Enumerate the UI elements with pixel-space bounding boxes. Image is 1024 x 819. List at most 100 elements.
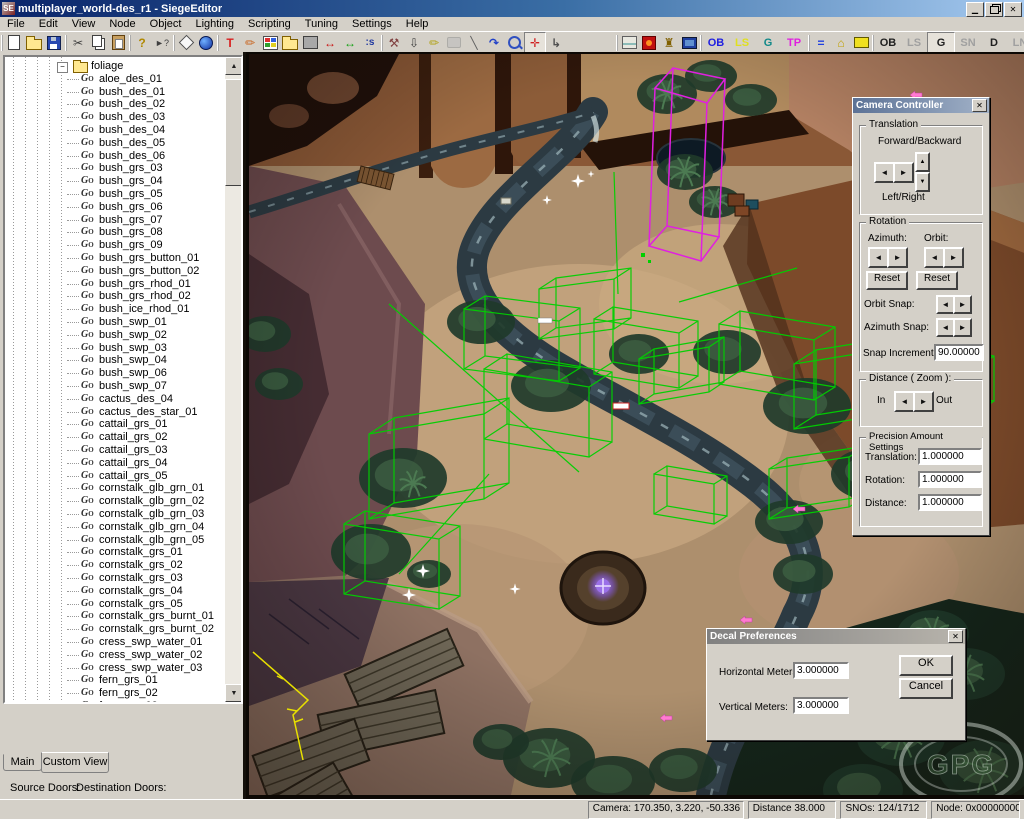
precision-distance-input[interactable] [918, 494, 982, 511]
toggle-ls-button[interactable]: LS [729, 33, 755, 53]
tree-guide-line [49, 57, 50, 702]
tab-custom-view[interactable]: Custom View [41, 752, 109, 773]
help-button[interactable]: ? [132, 33, 152, 53]
close-icon[interactable]: ✕ [972, 99, 987, 112]
left-arrow-button[interactable]: ◄ [874, 162, 895, 183]
move-tool-button[interactable]: ✛ [524, 32, 546, 54]
tree-connector [67, 245, 79, 246]
menu-tuning[interactable]: Tuning [298, 17, 345, 31]
flag-ls-button[interactable]: LS [901, 33, 927, 53]
cut-icon: ✂ [73, 36, 83, 50]
forward-backward-spinner[interactable]: ▲▼ [915, 152, 930, 192]
save-button[interactable] [44, 33, 64, 53]
zoom-out-button[interactable]: ► [913, 391, 934, 412]
node-tool-button[interactable] [176, 33, 196, 53]
azimuth-snap-right-button[interactable]: ► [953, 318, 972, 337]
drop-node-button[interactable]: ⇩ [404, 33, 424, 53]
tuning-tool-button[interactable] [444, 33, 464, 53]
tab-main[interactable]: Main [3, 754, 42, 771]
menu-settings[interactable]: Settings [345, 17, 399, 31]
green-arrows-button[interactable]: ↔ [340, 33, 360, 53]
title-bar[interactable]: SE multiplayer_world-des_r1 - SiegeEdito… [0, 0, 1024, 17]
edit-pencil-button[interactable]: ✏ [424, 33, 444, 53]
text-tool-button[interactable]: T [220, 33, 240, 53]
cancel-button[interactable]: Cancel [899, 678, 953, 699]
monitor-button[interactable] [679, 33, 699, 53]
red-arrows-button[interactable]: ↔ [320, 33, 340, 53]
path-arrow-button[interactable]: ↳ [546, 33, 566, 53]
hammer-button[interactable]: ⚒ [384, 33, 404, 53]
source-doors-label: Source Doors: [10, 782, 80, 794]
gizmo-icon: GO [81, 572, 94, 585]
orbit-reset-button[interactable]: Reset [916, 271, 958, 290]
castle-button[interactable]: ♜ [659, 33, 679, 53]
record-button[interactable] [639, 33, 659, 53]
camera-controller-panel[interactable]: Camera Controller ✕ Translation Forward/… [852, 97, 990, 536]
close-button[interactable]: ✕ [1004, 2, 1022, 17]
new-button[interactable] [4, 33, 24, 53]
yellow-box-button[interactable] [851, 33, 871, 53]
orbit-right-button[interactable]: ► [943, 247, 964, 268]
vertical-meters-input[interactable] [793, 697, 849, 714]
flag-ln-button[interactable]: LN [1007, 33, 1024, 53]
toggle-g-button[interactable]: G [755, 33, 781, 53]
toggle-ob-button[interactable]: OB [703, 33, 729, 53]
restore-button[interactable] [985, 2, 1003, 17]
home-button[interactable]: ⌂ [831, 33, 851, 53]
line-tool-button[interactable]: ╲ [464, 33, 484, 53]
menu-file[interactable]: File [0, 17, 32, 31]
paste-button[interactable] [108, 33, 128, 53]
open-button[interactable] [24, 33, 44, 53]
minimize-button[interactable]: ▁ [966, 2, 984, 17]
menu-node[interactable]: Node [102, 17, 142, 31]
menu-scripting[interactable]: Scripting [241, 17, 298, 31]
nav-orb-button[interactable] [196, 33, 216, 53]
horizontal-meters-input[interactable] [793, 662, 849, 679]
scroll-up-button[interactable]: ▲ [225, 57, 243, 75]
orbit-left-button[interactable]: ◄ [924, 247, 945, 268]
flag-sn-button[interactable]: SN [955, 33, 981, 53]
azimuth-right-button[interactable]: ► [887, 247, 908, 268]
precision-rotation-input[interactable] [918, 471, 982, 488]
collapse-icon[interactable]: − [57, 62, 68, 73]
rotation-label: Rotation [866, 216, 909, 227]
azimuth-left-button[interactable]: ◄ [868, 247, 889, 268]
context-help-button[interactable]: ►? [152, 33, 172, 53]
palette-button[interactable] [260, 33, 280, 53]
zoom-in-button[interactable]: ◄ [894, 391, 915, 412]
toolbar: ✂?►?T✏↔↔:s⚒⇩✏╲↷✛↳♜OBLSGTP=⌂OBLSGSNDLNTP [0, 31, 1024, 54]
menu-view[interactable]: View [65, 17, 103, 31]
azimuth-reset-button[interactable]: Reset [866, 271, 908, 290]
toggle-tp-button[interactable]: TP [781, 33, 807, 53]
orbit-snap-right-button[interactable]: ► [953, 295, 972, 314]
menu-object[interactable]: Object [143, 17, 189, 31]
precision-translation-input[interactable] [918, 448, 982, 465]
flag-g-button[interactable]: G [927, 32, 955, 54]
find-zoom-button[interactable] [504, 33, 524, 53]
folder-view-button[interactable] [280, 33, 300, 53]
equals-button[interactable]: = [811, 33, 831, 53]
draw-pencil-button[interactable]: ✏ [240, 33, 260, 53]
rotate-arrow-button[interactable]: ↷ [484, 33, 504, 53]
cut-button[interactable]: ✂ [68, 33, 88, 53]
flag-ob-button[interactable]: OB [875, 33, 901, 53]
snap-increment-input[interactable] [934, 344, 984, 361]
menu-edit[interactable]: Edit [32, 17, 65, 31]
flag-d-button[interactable]: D [981, 33, 1007, 53]
close-icon[interactable]: ✕ [948, 630, 963, 643]
tree-scrollbar[interactable]: ▲ ▼ [225, 57, 241, 702]
graph-view-button[interactable] [619, 33, 639, 53]
script-button[interactable]: :s [360, 33, 380, 53]
scroll-thumb[interactable] [225, 79, 243, 186]
copy-button[interactable] [88, 33, 108, 53]
scroll-down-button[interactable]: ▼ [225, 684, 243, 702]
ok-button[interactable]: OK [899, 655, 953, 676]
node-tree[interactable]: −foliageGOaloe_des_01GObush_des_01GObush… [3, 55, 243, 704]
camera-controller-titlebar[interactable]: Camera Controller ✕ [853, 98, 989, 113]
movie-capture-button[interactable] [300, 33, 320, 53]
decal-titlebar[interactable]: Decal Preferences ✕ [707, 629, 965, 644]
menu-lighting[interactable]: Lighting [188, 17, 241, 31]
right-arrow-button[interactable]: ► [893, 162, 914, 183]
decal-preferences-dialog[interactable]: Decal Preferences ✕ Horizontal Meters: V… [706, 628, 966, 741]
menu-help[interactable]: Help [399, 17, 436, 31]
